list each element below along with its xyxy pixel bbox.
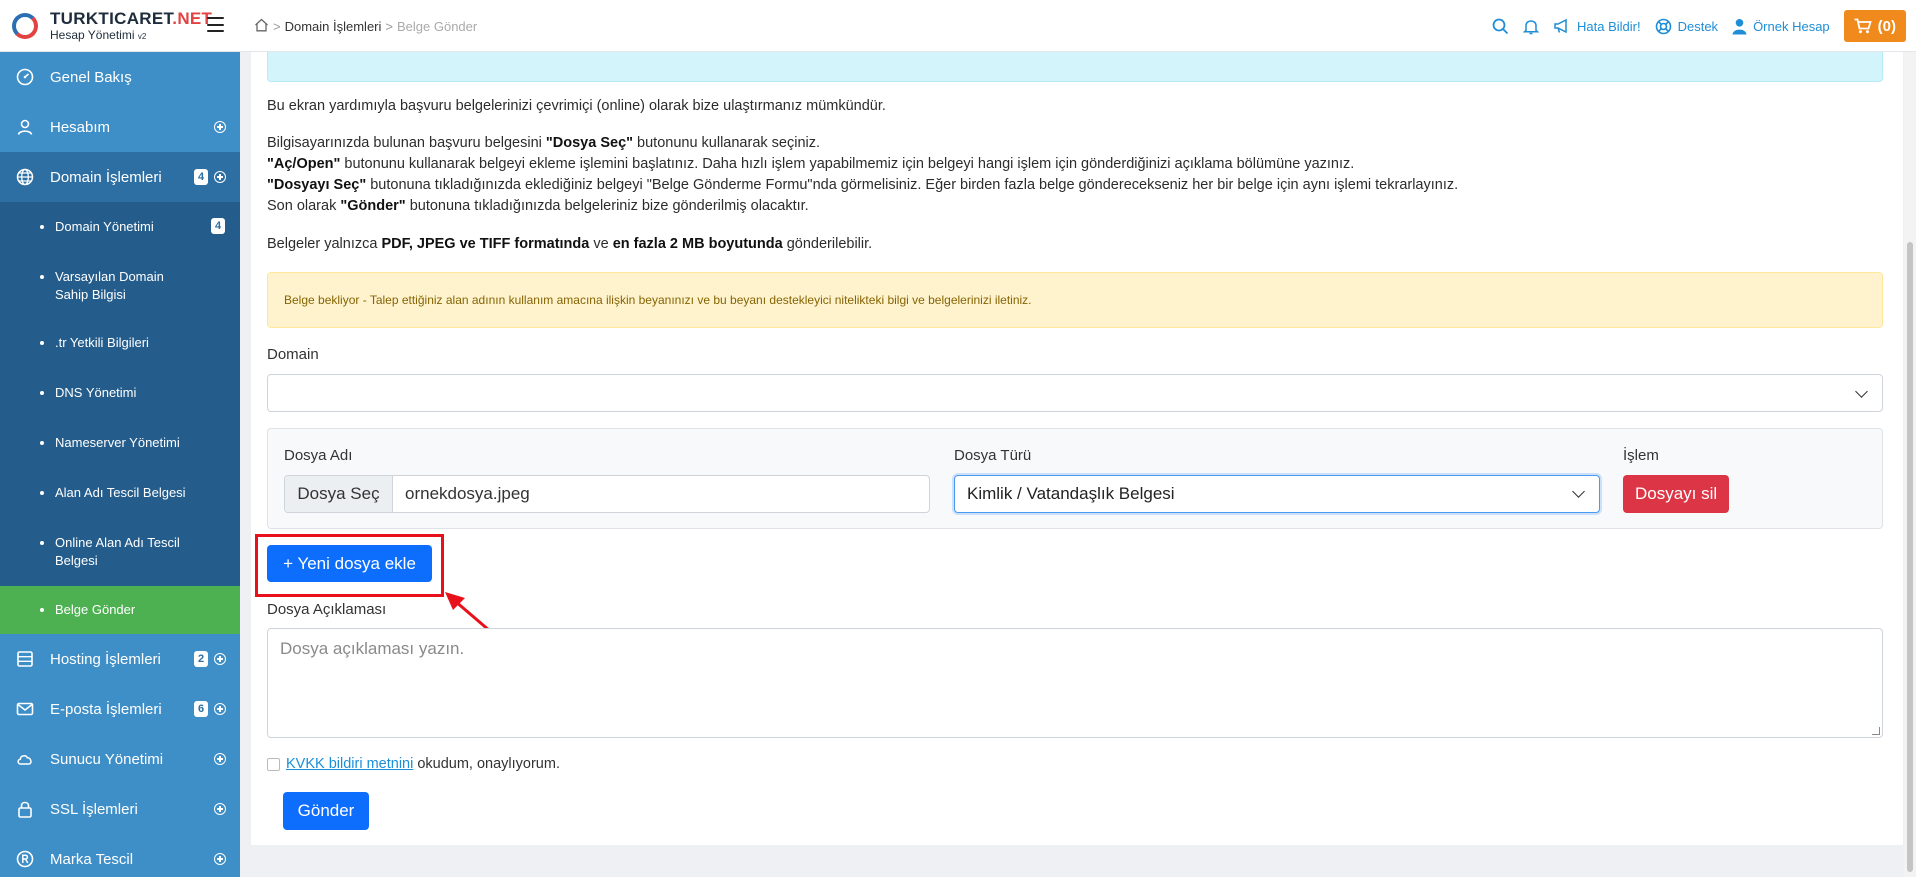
cart-button[interactable]: (0)	[1843, 10, 1906, 42]
support-link[interactable]: Destek	[1655, 18, 1718, 35]
domain-submenu: Domain Yönetimi 4 Varsayılan Domain Sahip…	[0, 202, 240, 634]
expand-icon[interactable]	[214, 803, 226, 815]
expand-icon[interactable]	[214, 121, 226, 133]
sidebar-item-label: Marka Tescil	[50, 850, 134, 868]
description-textarea[interactable]: Dosya açıklaması yazın.	[267, 628, 1883, 738]
warning-alert: Belge bekliyor - Talep ettiğiniz alan ad…	[267, 272, 1883, 328]
file-type-select[interactable]: Kimlik / Vatandaşlık Belgesi	[954, 475, 1600, 513]
sidebar-item-trademark[interactable]: Marka Tescil	[0, 834, 240, 877]
kvkk-text: okudum, onaylıyorum.	[417, 756, 560, 772]
kvkk-checkbox[interactable]	[267, 757, 280, 771]
domain-select[interactable]	[267, 374, 1883, 412]
domain-label: Domain	[267, 346, 319, 363]
chevron-down-icon	[1572, 485, 1585, 498]
intro-text: Bu ekran yardımıyla başvuru belgeleriniz…	[267, 98, 886, 114]
user-icon	[16, 118, 34, 136]
breadcrumb: > Domain İşlemleri > Belge Gönder	[254, 18, 477, 35]
expand-icon[interactable]	[214, 653, 226, 665]
count-badge: 2	[194, 651, 208, 667]
resize-handle-icon[interactable]	[1872, 727, 1880, 735]
count-badge: 4	[194, 169, 208, 185]
kvkk-link[interactable]: KVKK bildiri metnini	[286, 756, 413, 772]
sidebar-item-email[interactable]: E-posta İşlemleri 6	[0, 684, 240, 734]
sidebar-subitem-domain-management[interactable]: Domain Yönetimi 4	[0, 202, 240, 252]
lifebuoy-icon	[1655, 18, 1671, 34]
expand-icon[interactable]	[214, 853, 226, 865]
info-alert	[267, 52, 1883, 82]
page-scrollbar[interactable]	[1904, 52, 1916, 877]
sidebar-subitem-send-document[interactable]: Belge Gönder	[0, 586, 240, 634]
expand-icon[interactable]	[214, 753, 226, 765]
sidebar-item-label: Sunucu Yönetimi	[50, 750, 164, 768]
cart-icon	[1854, 18, 1872, 34]
search-icon[interactable]	[1492, 18, 1509, 35]
topbar: > Domain İşlemleri > Belge Gönder Hata B…	[240, 0, 1916, 52]
instructions-text: Bilgisayarınızda bulunan başvuru belgesi…	[267, 135, 1459, 214]
home-icon[interactable]	[254, 18, 269, 35]
file-type-label: Dosya Türü	[954, 447, 1032, 464]
sidebar-item-overview[interactable]: Genel Bakış	[0, 52, 240, 102]
user-icon	[1732, 18, 1747, 34]
expand-icon[interactable]	[214, 171, 226, 183]
bell-icon[interactable]	[1523, 18, 1540, 35]
sidebar-item-label: Domain İşlemleri	[50, 168, 162, 186]
mail-icon	[16, 700, 34, 718]
server-icon	[16, 650, 34, 668]
add-new-file-button[interactable]: + Yeni dosya ekle	[267, 545, 432, 582]
sidebar-item-server[interactable]: Sunucu Yönetimi	[0, 734, 240, 784]
report-bug-link[interactable]: Hata Bildir!	[1553, 18, 1641, 34]
cloud-icon	[16, 750, 34, 768]
megaphone-icon	[1554, 18, 1567, 34]
registered-icon	[16, 850, 34, 868]
sidebar-item-account[interactable]: Hesabım	[0, 102, 240, 152]
kvkk-consent: KVKK bildiri metnini okudum, onaylıyorum…	[267, 756, 560, 772]
file-row: Dosya Adı Dosya Türü İşlem Dosya Seç orn…	[267, 428, 1883, 529]
sidebar-subitem-registration-doc[interactable]: Alan Adı Tescil Belgesi	[0, 468, 240, 518]
sidebar-item-label: Hosting İşlemleri	[50, 650, 161, 668]
file-input[interactable]: Dosya Seç ornekdosya.jpeg	[284, 475, 930, 513]
sidebar-subitem-nameserver[interactable]: Nameserver Yönetimi	[0, 418, 240, 468]
topbar-actions: Hata Bildir! Destek Örnek Hesap (0)	[1492, 0, 1916, 52]
action-label: İşlem	[1623, 447, 1659, 464]
file-name-label: Dosya Adı	[284, 447, 353, 464]
account-link[interactable]: Örnek Hesap	[1732, 18, 1830, 35]
choose-file-button[interactable]: Dosya Seç	[285, 476, 393, 512]
lock-icon	[16, 800, 34, 818]
brand-header: TURKTICARET.NET Hesap Yönetimi v2	[0, 0, 240, 52]
sidebar-item-ssl[interactable]: SSL İşlemleri	[0, 784, 240, 834]
count-badge: 6	[194, 701, 208, 717]
file-name-value: ornekdosya.jpeg	[405, 484, 530, 503]
sidebar-item-label: Hesabım	[50, 118, 111, 136]
sidebar-item-label: Genel Bakış	[50, 68, 132, 86]
breadcrumb-parent[interactable]: Domain İşlemleri	[285, 19, 382, 34]
format-text: Belgeler yalnızca PDF, JPEG ve TIFF form…	[267, 236, 873, 252]
description-label: Dosya Açıklaması	[267, 601, 387, 618]
breadcrumb-current: Belge Gönder	[397, 19, 478, 34]
expand-icon[interactable]	[214, 703, 226, 715]
menu-toggle-icon[interactable]	[207, 17, 224, 32]
sidebar-subitem-dns[interactable]: DNS Yönetimi	[0, 368, 240, 418]
chevron-down-icon	[1855, 385, 1868, 398]
brand-name[interactable]: TURKTICARET.NET Hesap Yönetimi v2	[50, 10, 212, 41]
brand-logo-icon	[12, 12, 38, 39]
delete-file-button[interactable]: Dosyayı sil	[1623, 475, 1730, 513]
globe-icon	[16, 168, 34, 186]
gauge-icon	[16, 68, 34, 86]
submit-button[interactable]: Gönder	[283, 792, 369, 830]
sidebar-subitem-tr-contacts[interactable]: .tr Yetkili Bilgileri	[0, 318, 240, 368]
sidebar-subitem-default-owner[interactable]: Varsayılan Domain Sahip Bilgisi	[0, 252, 240, 318]
count-badge: 4	[211, 218, 225, 234]
sidebar-item-label: E-posta İşlemleri	[50, 700, 162, 718]
sidebar: TURKTICARET.NET Hesap Yönetimi v2 Genel …	[0, 0, 240, 877]
sidebar-item-domain[interactable]: Domain İşlemleri 4	[0, 152, 240, 202]
sidebar-item-label: SSL İşlemleri	[50, 800, 138, 818]
sidebar-subitem-online-registration-doc[interactable]: Online Alan Adı Tescil Belgesi	[0, 518, 240, 586]
sidebar-item-hosting[interactable]: Hosting İşlemleri 2	[0, 634, 240, 684]
send-document-card: Bu ekran yardımıyla başvuru belgeleriniz…	[251, 52, 1903, 845]
